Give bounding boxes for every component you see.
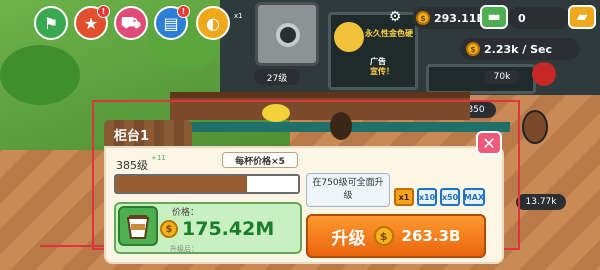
settings-button[interactable]: ⚙ xyxy=(387,9,403,25)
buy-gems-button[interactable]: ▰ xyxy=(568,5,596,29)
coin-icon: $ xyxy=(373,226,394,246)
red-alert-icon xyxy=(532,62,556,86)
multiplier-x1-button[interactable]: x1 xyxy=(394,188,414,206)
coffee-cup-icon xyxy=(126,215,150,239)
full-upgrade-text: 在750级可全面升级 xyxy=(312,178,384,201)
price-value: 175.42M xyxy=(182,218,275,240)
close-icon: ✕ xyxy=(482,133,496,153)
cart-icon: ⛟ xyxy=(120,12,142,32)
station-level-chip: 27级 xyxy=(254,69,300,85)
level-progress-bar xyxy=(114,174,300,194)
safe-dial-icon xyxy=(276,23,300,47)
gem-balance-value: 0 xyxy=(518,11,526,25)
income-rate-value: 2.23k / Sec xyxy=(484,42,553,56)
gem-balance: 0 xyxy=(508,7,570,29)
multiplier-max-button[interactable]: MAX xyxy=(463,188,485,206)
gift-card-icon: ▤ xyxy=(163,13,179,33)
notification-badge: ! xyxy=(97,5,110,18)
coffee-cup-tile xyxy=(118,206,158,246)
upgrade-button[interactable]: 升级 $ 263.3B xyxy=(306,214,486,258)
cost-chip-70k: 70k xyxy=(484,70,520,84)
full-upgrade-info: 在750级可全面升级 xyxy=(306,173,390,207)
map-icon: ⚑ xyxy=(43,13,59,33)
multiplier-x10-button[interactable]: x10 xyxy=(417,188,437,206)
upgrade-cost: 263.3B xyxy=(401,227,461,245)
coffee-bean-icon: ◐ xyxy=(206,13,220,33)
price-display: $ 175.42M xyxy=(160,218,274,240)
panel-title: 柜台1 xyxy=(104,120,192,148)
tree-decoration xyxy=(0,45,80,105)
shop-star-button[interactable]: ★ ! xyxy=(74,5,110,40)
after-upgrade-note: 升级后： xyxy=(170,245,198,253)
gear-icon: ⚙ xyxy=(388,9,402,25)
level-progress-fill xyxy=(116,176,248,192)
coin-icon: $ xyxy=(466,42,480,56)
notification-badge: ! xyxy=(177,5,190,18)
cart-button[interactable]: ⛟ xyxy=(114,6,148,40)
cost-chip-13k: 13.77k xyxy=(516,194,566,210)
coin-icon: $ xyxy=(416,11,430,25)
coin-balance-value: 293.11B xyxy=(434,11,485,25)
mascot-icon xyxy=(334,22,364,52)
board-subtitle-2: 宣传！ xyxy=(370,67,394,76)
worker-character xyxy=(522,110,548,144)
gold-bar-icon: ▰ xyxy=(576,9,588,25)
level-gain: +11 xyxy=(151,154,166,162)
coin-icon: $ xyxy=(160,220,178,238)
income-rate: $ 2.23k / Sec xyxy=(460,38,580,60)
star-icon: ★ xyxy=(83,13,99,33)
vault-safe[interactable] xyxy=(255,2,319,66)
station-level: 385级 xyxy=(116,159,148,172)
map-button[interactable]: ⚑ xyxy=(34,6,68,40)
close-button[interactable]: ✕ xyxy=(476,131,502,155)
cash-icon: ▬ xyxy=(487,9,501,25)
boost-multiplier: x1 xyxy=(234,12,243,20)
upgrade-label: 升级 xyxy=(331,228,366,249)
gift-card-button[interactable]: ▤ ! xyxy=(154,5,190,40)
price-per-cup-chip: 每杯价格×5 xyxy=(222,152,298,168)
board-title: 永久性金色硬 xyxy=(365,29,413,38)
buy-coins-button[interactable]: ▬ xyxy=(480,5,508,29)
multiplier-x50-button[interactable]: x50 xyxy=(440,188,460,206)
price-label: 价格： xyxy=(172,208,200,218)
coffee-bean-button[interactable]: ◐ xyxy=(196,6,230,40)
